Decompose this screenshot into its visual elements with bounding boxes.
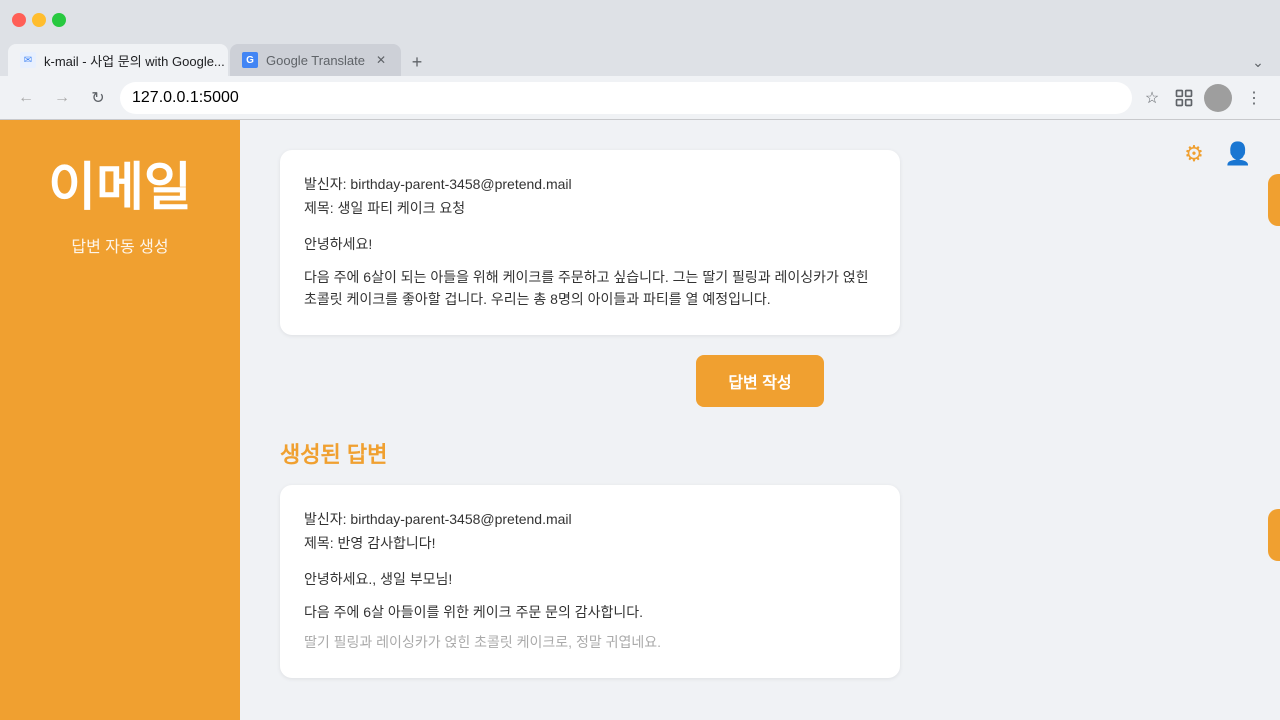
subject-value: 생일 파티 케이크 요청 <box>338 200 466 216</box>
reply-sender-label: 발신자: <box>304 511 347 527</box>
sidebar: 이메일 답변 자동 생성 <box>0 120 240 720</box>
back-button[interactable]: ← <box>12 84 40 112</box>
reply-card: 발신자: birthday-parent-3458@pretend.mail 제… <box>280 485 900 678</box>
email-subject-line: 제목: 생일 파티 케이크 요청 <box>304 198 876 218</box>
email-card-area: 발신자: birthday-parent-3458@pretend.mail 제… <box>280 150 1240 335</box>
refresh-button[interactable]: ↻ <box>84 84 112 112</box>
tab-mail-label: k-mail - 사업 문의 with Google... <box>44 51 225 70</box>
user-avatar[interactable] <box>1204 84 1232 112</box>
url-bar[interactable]: 127.0.0.1:5000 <box>120 82 1132 114</box>
reply-subject-value: 반영 감사합니다! <box>338 535 436 551</box>
upload-button[interactable] <box>1268 174 1280 226</box>
app-container: 이메일 답변 자동 생성 ⚙ 👤 발신자: birthday-parent-34… <box>0 120 1280 720</box>
tab-expand-button[interactable]: ⌄ <box>1244 48 1272 76</box>
tab-mail[interactable]: ✉ k-mail - 사업 문의 with Google... ✕ <box>8 44 228 76</box>
app-title: 이메일 <box>48 160 192 217</box>
reply-sender-value: birthday-parent-3458@pretend.mail <box>350 511 571 527</box>
tab-translate[interactable]: G Google Translate ✕ <box>230 44 401 76</box>
url-text: 127.0.0.1:5000 <box>132 89 239 107</box>
title-bar <box>0 0 1280 40</box>
menu-button[interactable]: ⋮ <box>1240 84 1268 112</box>
forward-button[interactable]: → <box>48 84 76 112</box>
close-window-button[interactable] <box>12 13 26 27</box>
subject-label: 제목: <box>304 200 334 216</box>
minimize-window-button[interactable] <box>32 13 46 27</box>
extensions-icon[interactable] <box>1172 86 1196 110</box>
maximize-window-button[interactable] <box>52 13 66 27</box>
tab-translate-label: Google Translate <box>266 53 365 68</box>
sender-value: birthday-parent-3458@pretend.mail <box>350 176 571 192</box>
email-greeting: 안녕하세요! <box>304 234 876 254</box>
translate-favicon-icon: G <box>242 52 258 68</box>
browser-window: ✉ k-mail - 사업 문의 with Google... ✕ G Goog… <box>0 0 1280 120</box>
address-bar: ← → ↻ 127.0.0.1:5000 ☆ ⋮ <box>0 76 1280 120</box>
reply-sender-line: 발신자: birthday-parent-3458@pretend.mail <box>304 509 876 529</box>
new-tab-button[interactable]: + <box>403 48 431 76</box>
reply-card-area: 발신자: birthday-parent-3458@pretend.mail 제… <box>280 485 1240 678</box>
email-card: 발신자: birthday-parent-3458@pretend.mail 제… <box>280 150 900 335</box>
reply-subject-label: 제목: <box>304 535 334 551</box>
reply-subject-line: 제목: 반영 감사합니다! <box>304 533 876 553</box>
reply-button[interactable]: 답변 작성 <box>696 355 823 407</box>
window-controls <box>12 13 66 27</box>
app-subtitle: 답변 자동 생성 <box>71 233 168 257</box>
tab-translate-close-button[interactable]: ✕ <box>373 52 389 68</box>
reply-body-line2: 딸기 필링과 레이싱카가 얹힌 초콜릿 케이크로, 정말 귀엽네요. <box>304 631 876 653</box>
email-body: 다음 주에 6살이 되는 아들을 위해 케이크를 주문하고 싶습니다. 그는 딸… <box>304 266 876 311</box>
mail-favicon-icon: ✉ <box>20 52 36 68</box>
sender-label: 발신자: <box>304 176 347 192</box>
email-sender-line: 발신자: birthday-parent-3458@pretend.mail <box>304 174 876 194</box>
main-content: ⚙ 👤 발신자: birthday-parent-3458@pretend.ma… <box>240 120 1280 720</box>
tabs-bar: ✉ k-mail - 사업 문의 with Google... ✕ G Goog… <box>0 40 1280 76</box>
reply-greeting: 안녕하세요., 생일 부모님! <box>304 569 876 589</box>
generated-section-title: 생성된 답변 <box>280 437 1240 469</box>
copy-button[interactable] <box>1268 509 1280 561</box>
generated-section: 생성된 답변 발신자: birthday-parent-3458@pretend… <box>280 437 1240 678</box>
reply-body-line1: 다음 주에 6살 아들이를 위한 케이크 주문 문의 감사합니다. <box>304 601 876 623</box>
bookmark-icon[interactable]: ☆ <box>1140 86 1164 110</box>
